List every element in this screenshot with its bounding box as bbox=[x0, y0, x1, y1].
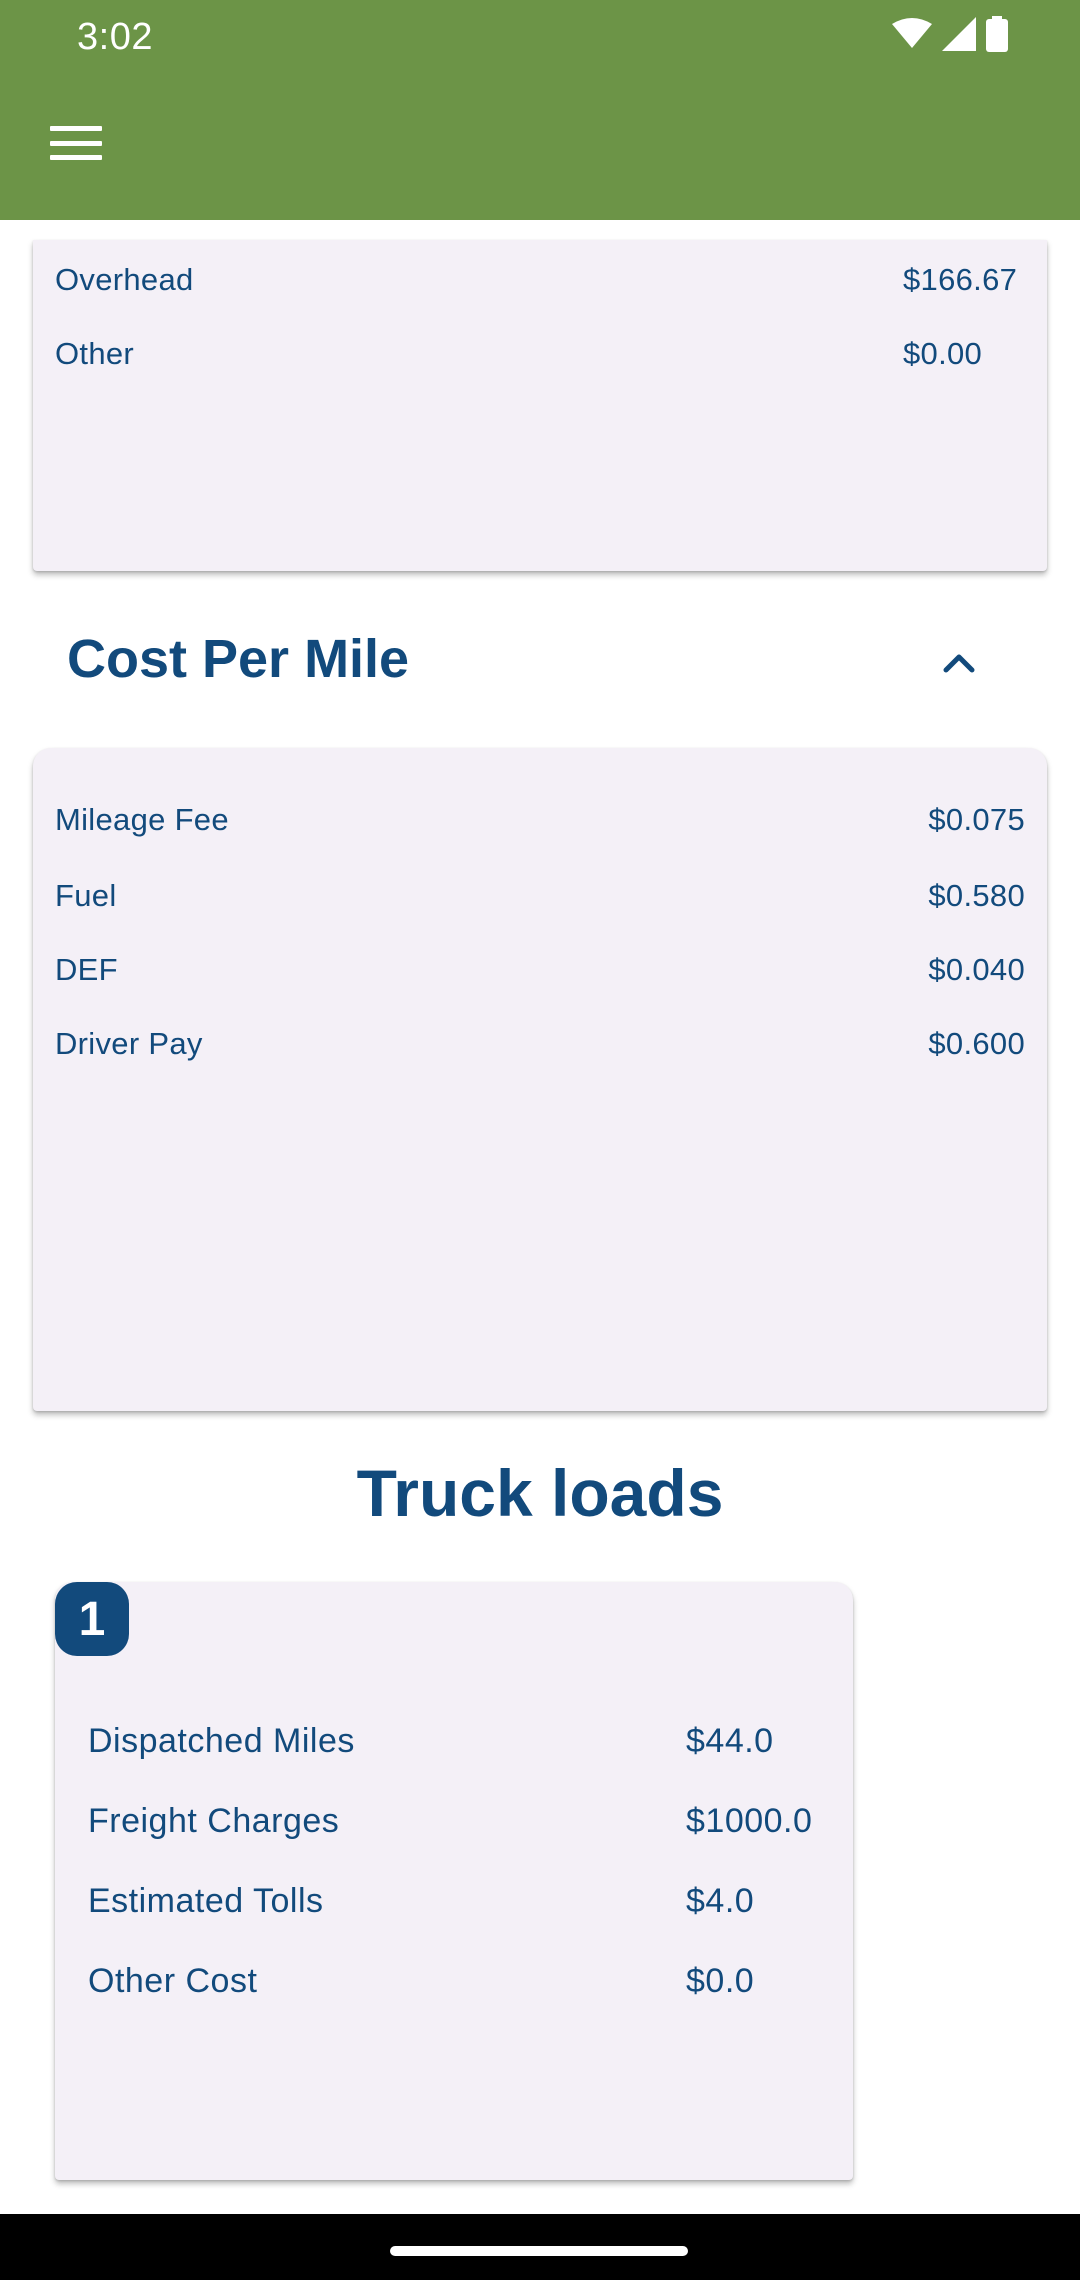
list-item: Fuel $0.580 bbox=[55, 878, 1025, 914]
row-label: Other bbox=[55, 336, 135, 371]
row-value: $0.580 bbox=[928, 878, 1025, 913]
list-item: Overhead $166.67 bbox=[55, 262, 1025, 298]
row-label: Other Cost bbox=[88, 1962, 258, 2000]
wifi-icon bbox=[892, 18, 932, 48]
menu-icon[interactable] bbox=[50, 126, 102, 160]
list-item: DEF $0.040 bbox=[55, 952, 1025, 988]
row-value: $166.67 bbox=[903, 262, 1018, 297]
list-item: Mileage Fee $0.075 bbox=[55, 802, 1025, 838]
row-label: Overhead bbox=[55, 262, 194, 297]
row-value: $0.00 bbox=[903, 336, 983, 371]
row-label: Dispatched Miles bbox=[88, 1722, 355, 1760]
status-icons bbox=[892, 16, 1008, 52]
row-value: $0.0 bbox=[686, 1962, 755, 2000]
home-gesture-handle[interactable] bbox=[390, 2246, 688, 2256]
row-label: Freight Charges bbox=[88, 1802, 340, 1840]
list-item: Other $0.00 bbox=[55, 336, 1025, 372]
row-value: $44.0 bbox=[686, 1722, 774, 1760]
row-value: $4.0 bbox=[686, 1882, 755, 1920]
chevron-up-icon[interactable] bbox=[942, 646, 976, 680]
cost-per-mile-header[interactable]: Cost Per Mile bbox=[0, 610, 1080, 710]
load-number-badge: 1 bbox=[55, 1582, 129, 1656]
row-value: $0.075 bbox=[928, 802, 1025, 837]
app-bar: 3:02 bbox=[0, 0, 1080, 220]
list-item: Driver Pay $0.600 bbox=[55, 1026, 1025, 1062]
row-label: DEF bbox=[55, 952, 118, 987]
row-label: Driver Pay bbox=[55, 1026, 203, 1061]
section-title: Cost Per Mile bbox=[67, 629, 410, 689]
cost-per-mile-card: Mileage Fee $0.075 Fuel $0.580 DEF $0.04… bbox=[33, 748, 1047, 1411]
truck-load-card[interactable]: 1 Dispatched Miles $44.0 Freight Charges… bbox=[55, 1582, 853, 2180]
signal-icon bbox=[942, 17, 976, 51]
row-value: $0.040 bbox=[928, 952, 1025, 987]
row-label: Estimated Tolls bbox=[88, 1882, 324, 1920]
row-label: Fuel bbox=[55, 878, 117, 913]
row-value: $1000.0 bbox=[686, 1802, 813, 1840]
truck-loads-title: Truck loads bbox=[356, 1456, 724, 1530]
battery-icon bbox=[986, 16, 1008, 52]
status-time: 3:02 bbox=[77, 16, 153, 58]
row-label: Mileage Fee bbox=[55, 802, 229, 837]
overhead-card: Overhead $166.67 Other $0.00 bbox=[33, 240, 1047, 571]
row-value: $0.600 bbox=[928, 1026, 1025, 1061]
system-nav-bar bbox=[0, 2214, 1080, 2280]
